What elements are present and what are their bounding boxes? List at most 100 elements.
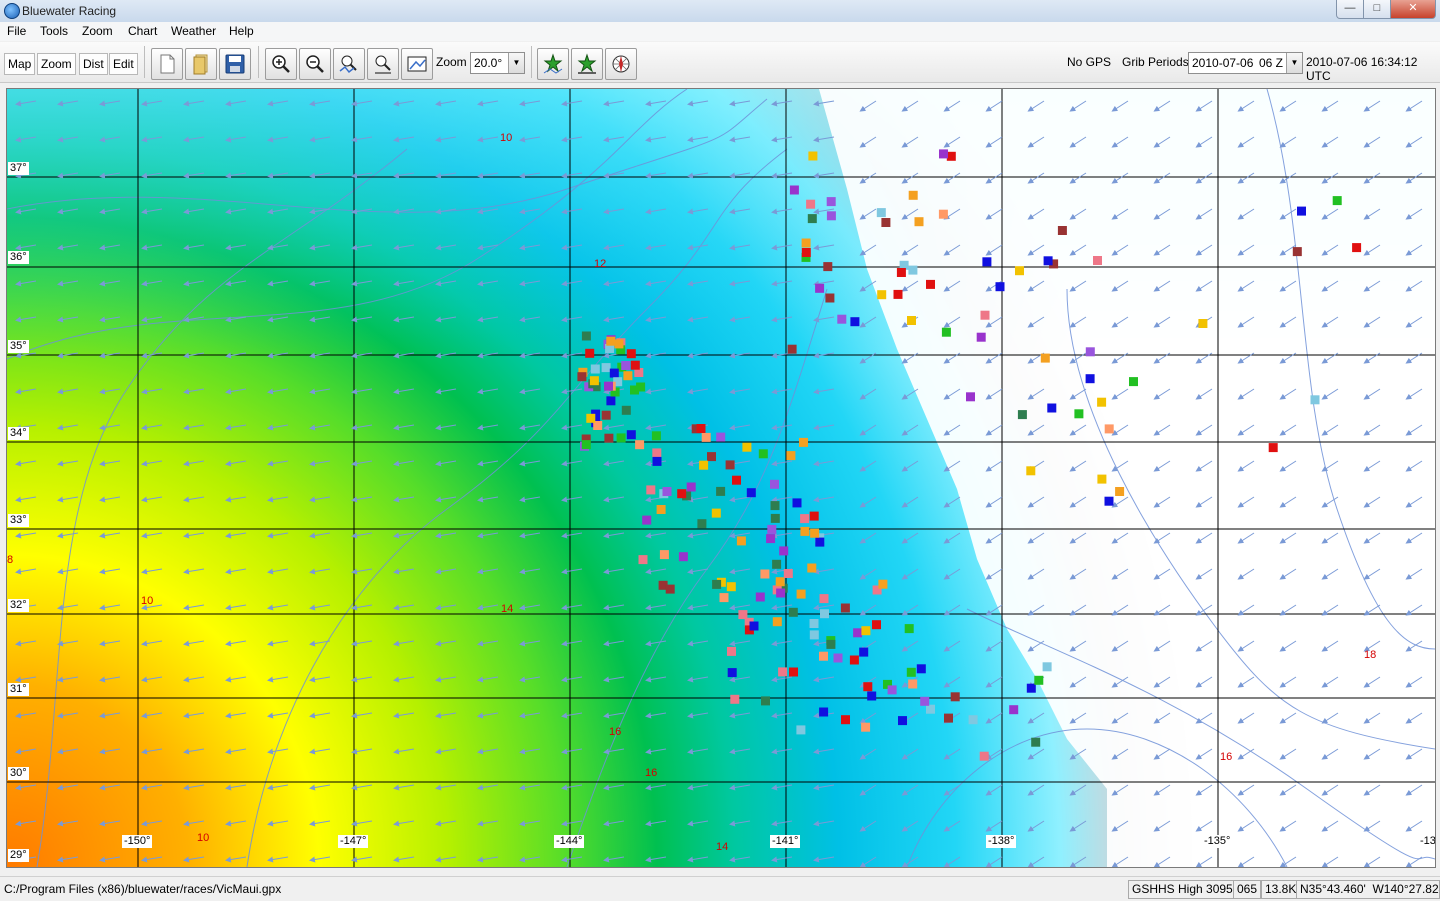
boat-marker[interactable]: [725, 460, 735, 470]
boat-marker[interactable]: [601, 363, 611, 373]
boat-marker[interactable]: [677, 489, 687, 499]
boat-marker[interactable]: [766, 534, 776, 544]
boat-marker[interactable]: [1297, 206, 1306, 216]
boat-marker[interactable]: [898, 716, 907, 726]
boat-marker[interactable]: [788, 607, 798, 617]
boat-marker[interactable]: [826, 639, 836, 649]
boat-marker[interactable]: [938, 209, 948, 219]
boat-marker[interactable]: [979, 751, 989, 761]
menu-zoom[interactable]: Zoom: [82, 24, 113, 38]
boat-marker[interactable]: [767, 524, 777, 534]
boat-marker[interactable]: [799, 437, 808, 447]
boat-marker[interactable]: [730, 694, 740, 704]
boat-marker[interactable]: [697, 519, 707, 529]
dist-mode-button[interactable]: Dist: [79, 53, 108, 75]
boat-marker[interactable]: [819, 707, 829, 717]
boat-marker[interactable]: [840, 603, 850, 613]
boat-marker[interactable]: [815, 283, 825, 293]
boat-marker[interactable]: [995, 282, 1005, 292]
boat-marker[interactable]: [878, 579, 888, 589]
boat-marker[interactable]: [772, 559, 782, 569]
boat-marker[interactable]: [716, 486, 726, 496]
boat-marker[interactable]: [1292, 247, 1302, 257]
boat-marker[interactable]: [939, 149, 948, 159]
boat-marker[interactable]: [775, 577, 785, 587]
boat-marker[interactable]: [908, 265, 918, 275]
boat-marker[interactable]: [982, 257, 992, 267]
boat-marker[interactable]: [590, 364, 600, 374]
boat-marker[interactable]: [614, 339, 624, 349]
zoom-extent-button[interactable]: [401, 48, 433, 80]
boat-marker[interactable]: [604, 433, 614, 443]
boat-marker[interactable]: [823, 262, 833, 272]
boat-marker[interactable]: [719, 593, 729, 603]
boat-marker[interactable]: [727, 668, 737, 678]
boat-marker[interactable]: [867, 691, 877, 701]
boat-marker[interactable]: [796, 725, 806, 735]
boat-marker[interactable]: [881, 218, 891, 227]
boat-marker[interactable]: [914, 217, 924, 227]
boat-marker[interactable]: [850, 317, 860, 327]
boat-marker[interactable]: [1129, 377, 1138, 387]
boat-marker[interactable]: [783, 569, 793, 578]
boat-marker[interactable]: [1332, 196, 1342, 206]
boat-marker[interactable]: [585, 348, 595, 358]
boat-marker[interactable]: [826, 197, 836, 207]
boat-marker[interactable]: [586, 413, 596, 423]
boat-marker[interactable]: [635, 440, 645, 450]
boat-marker[interactable]: [581, 440, 591, 450]
boat-marker[interactable]: [770, 513, 780, 523]
boat-marker[interactable]: [696, 424, 706, 433]
boat-marker[interactable]: [1085, 374, 1095, 384]
compass-rose-button[interactable]: [605, 48, 637, 80]
new-file-button[interactable]: [151, 48, 183, 80]
boat-marker[interactable]: [621, 405, 631, 415]
boat-marker[interactable]: [1026, 683, 1036, 693]
boat-marker[interactable]: [623, 371, 633, 381]
boat-marker[interactable]: [807, 563, 817, 573]
boat-marker[interactable]: [772, 617, 782, 627]
boat-marker[interactable]: [819, 651, 828, 661]
boat-marker[interactable]: [796, 589, 806, 599]
zoom-track-button[interactable]: [367, 48, 399, 80]
boat-marker[interactable]: [652, 456, 662, 466]
boat-marker[interactable]: [825, 293, 835, 303]
boat-marker[interactable]: [758, 449, 768, 459]
boat-marker[interactable]: [944, 713, 953, 723]
boat-marker[interactable]: [859, 647, 869, 657]
boat-marker[interactable]: [626, 349, 636, 359]
boat-marker[interactable]: [779, 546, 789, 556]
boat-marker[interactable]: [1034, 675, 1044, 685]
boat-marker[interactable]: [806, 199, 816, 209]
boat-marker[interactable]: [770, 501, 780, 511]
boat-marker[interactable]: [732, 475, 741, 485]
boat-marker[interactable]: [833, 653, 843, 663]
boat-marker[interactable]: [950, 692, 960, 702]
chevron-down-icon[interactable]: ▼: [508, 53, 524, 73]
boat-marker[interactable]: [1198, 319, 1208, 328]
boat-marker[interactable]: [1093, 256, 1102, 265]
zoom-route-button[interactable]: [333, 48, 365, 80]
boat-marker[interactable]: [787, 344, 797, 354]
boat-marker[interactable]: [815, 537, 825, 547]
boat-marker[interactable]: [1074, 409, 1084, 419]
add-waypoint-button[interactable]: [537, 48, 569, 80]
boat-marker[interactable]: [1009, 705, 1019, 715]
boat-marker[interactable]: [1026, 466, 1036, 476]
boat-marker[interactable]: [801, 238, 811, 248]
boat-marker[interactable]: [662, 487, 672, 496]
boat-marker[interactable]: [1097, 397, 1107, 407]
boat-marker[interactable]: [716, 432, 726, 442]
boat-marker[interactable]: [1031, 737, 1041, 747]
boat-marker[interactable]: [926, 704, 935, 714]
maximize-button[interactable]: □: [1363, 0, 1391, 19]
boat-marker[interactable]: [770, 479, 779, 489]
boat-marker[interactable]: [907, 316, 916, 325]
boat-marker[interactable]: [656, 505, 666, 514]
boat-marker[interactable]: [807, 214, 817, 224]
boat-marker[interactable]: [589, 376, 599, 386]
boat-marker[interactable]: [1097, 474, 1107, 484]
boat-marker[interactable]: [1042, 662, 1052, 672]
boat-marker[interactable]: [809, 619, 819, 628]
boat-marker[interactable]: [609, 368, 619, 378]
